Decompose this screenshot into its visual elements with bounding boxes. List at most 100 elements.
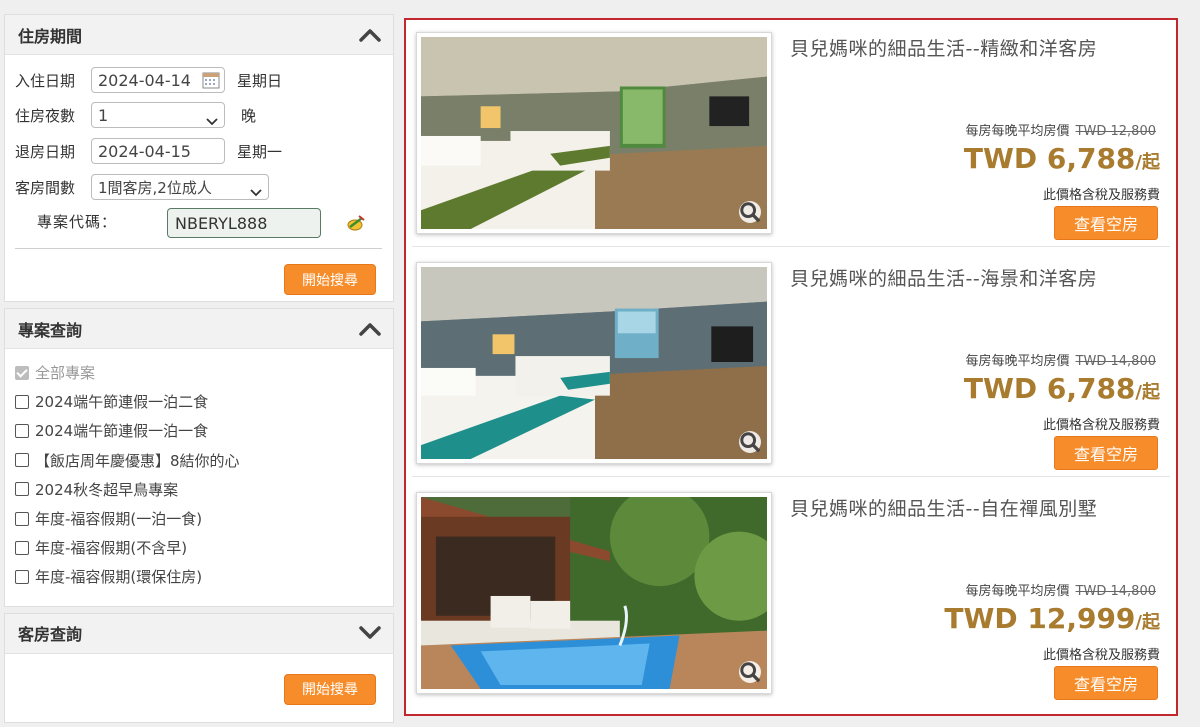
divider bbox=[15, 248, 382, 249]
avg-price-note: 每房每晚平均房價 TWD 14,800 bbox=[966, 350, 1156, 369]
rooms-guests-select[interactable]: 1間客房,2位成人 bbox=[91, 174, 269, 200]
checkin-date-value: 2024-04-14 bbox=[98, 70, 191, 90]
room-query-panel: 客房查詢 開始搜尋 bbox=[4, 612, 394, 723]
promo-code-value: NBERYL888 bbox=[175, 213, 268, 233]
project-item-label: 2024秋冬超早鳥專案 bbox=[35, 480, 179, 499]
checkin-weekday: 星期日 bbox=[237, 71, 283, 90]
tax-note: 此價格含稅及服務費 bbox=[1042, 648, 1160, 663]
search-button[interactable]: 開始搜尋 bbox=[284, 264, 376, 295]
project-item[interactable]: 2024端午節連假一泊二食 bbox=[15, 387, 393, 416]
project-item-all[interactable]: 全部專案 bbox=[15, 358, 393, 387]
project-query-title: 專案查詢 bbox=[18, 320, 83, 340]
room-query-title: 客房查詢 bbox=[18, 625, 83, 644]
divider bbox=[412, 246, 1170, 247]
checkout-row: 退房日期 2024-04-15 星期一 bbox=[15, 138, 282, 164]
calendar-icon[interactable] bbox=[202, 71, 220, 93]
zoom-icon[interactable] bbox=[739, 201, 761, 223]
checkout-weekday: 星期一 bbox=[237, 142, 283, 161]
project-item-label: 年度-福容假期(環保住房) bbox=[35, 568, 203, 587]
checkout-date-value: 2024-04-15 bbox=[98, 141, 191, 161]
project-item[interactable]: 2024秋冬超早鳥專案 bbox=[15, 475, 393, 504]
price-unit: /起 bbox=[1135, 382, 1160, 403]
checkout-date-field: 2024-04-15 bbox=[91, 138, 225, 164]
checkin-row: 入住日期 2024-04-14 星期日 bbox=[15, 67, 282, 93]
checkbox[interactable] bbox=[15, 511, 29, 526]
project-query-header[interactable]: 專案查詢 bbox=[5, 309, 393, 349]
avg-price-note: 每房每晚平均房價 TWD 14,800 bbox=[966, 580, 1156, 599]
project-item-label: 年度-福容假期(一泊一食) bbox=[35, 510, 203, 529]
current-price: TWD 6,788/起 bbox=[964, 372, 1160, 405]
checkbox[interactable] bbox=[15, 423, 29, 438]
zoom-icon[interactable] bbox=[739, 661, 761, 683]
apply-code-icon[interactable] bbox=[346, 214, 366, 236]
checkbox[interactable] bbox=[15, 482, 29, 497]
avg-price-label: 每房每晚平均房價 bbox=[965, 354, 1070, 369]
project-item[interactable]: 年度-福容假期(不含早) bbox=[15, 533, 393, 562]
avg-price-label: 每房每晚平均房價 bbox=[965, 124, 1070, 139]
rooms-label: 客房間數 bbox=[15, 178, 76, 197]
checkbox[interactable] bbox=[15, 365, 29, 380]
nights-select[interactable]: 1 bbox=[91, 102, 225, 128]
room-query-body: 開始搜尋 bbox=[5, 654, 393, 722]
project-item[interactable]: 年度-福容假期(一泊一食) bbox=[15, 504, 393, 533]
current-price: TWD 12,999/起 bbox=[944, 602, 1160, 635]
chevron-down-icon[interactable] bbox=[357, 620, 383, 646]
room-title[interactable]: 貝兒媽咪的細品生活--自在禪風別墅 bbox=[790, 494, 1097, 521]
price-unit: /起 bbox=[1135, 612, 1160, 633]
search-button[interactable]: 開始搜尋 bbox=[284, 673, 376, 705]
rooms-row: 客房間數 1間客房,2位成人 bbox=[15, 174, 269, 200]
project-item[interactable]: 年度-福容假期(環保住房) bbox=[15, 562, 393, 591]
price-value: TWD 6,788 bbox=[963, 372, 1136, 405]
checkbox[interactable] bbox=[15, 453, 29, 468]
price-value: TWD 6,788 bbox=[963, 142, 1136, 175]
promo-code-input[interactable]: NBERYL888 bbox=[167, 208, 321, 238]
room-photo[interactable] bbox=[416, 262, 772, 464]
tax-note: 此價格含稅及服務費 bbox=[1042, 188, 1160, 203]
room-photo[interactable] bbox=[416, 492, 772, 694]
original-price: TWD 14,800 bbox=[1075, 354, 1156, 369]
nights-unit: 晚 bbox=[241, 106, 257, 125]
checkbox[interactable] bbox=[15, 540, 29, 555]
stay-period-header[interactable]: 住房期間 bbox=[5, 15, 393, 55]
view-availability-button[interactable]: 查看空房 bbox=[1054, 436, 1158, 470]
price-unit: /起 bbox=[1135, 152, 1160, 173]
nights-row: 住房夜數 1 晚 bbox=[15, 102, 256, 128]
room-title[interactable]: 貝兒媽咪的細品生活--海景和洋客房 bbox=[790, 264, 1097, 291]
checkout-label: 退房日期 bbox=[15, 142, 76, 161]
project-item-label: 【飯店周年慶優惠】8結你的心 bbox=[35, 451, 240, 470]
room-query-header[interactable]: 客房查詢 bbox=[5, 613, 393, 654]
project-item[interactable]: 2024端午節連假一泊一食 bbox=[15, 416, 393, 445]
nights-label: 住房夜數 bbox=[15, 106, 76, 125]
project-query-panel: 專案查詢 全部專案 2024端午節連假一泊二食 2024端午節連假一泊一食 【飯… bbox=[4, 308, 394, 607]
avg-price-label: 每房每晚平均房價 bbox=[965, 584, 1070, 599]
promo-code-label: 專案代碼： bbox=[37, 213, 118, 231]
stay-period-panel: 住房期間 入住日期 2024-04-14 星期日 住房夜數 1 晚 退房日期 2… bbox=[4, 14, 394, 302]
checkbox[interactable] bbox=[15, 394, 29, 409]
checkbox[interactable] bbox=[15, 569, 29, 584]
chevron-up-icon[interactable] bbox=[357, 316, 383, 342]
checkin-date-input[interactable]: 2024-04-14 bbox=[91, 67, 225, 93]
room-title[interactable]: 貝兒媽咪的細品生活--精緻和洋客房 bbox=[790, 34, 1097, 61]
project-item-label: 2024端午節連假一泊二食 bbox=[35, 393, 209, 412]
view-availability-button[interactable]: 查看空房 bbox=[1054, 666, 1158, 700]
rooms-guests-value: 1間客房,2位成人 bbox=[98, 178, 212, 197]
chevron-down-icon bbox=[250, 183, 262, 201]
room-result-card: 貝兒媽咪的細品生活--精緻和洋客房 每房每晚平均房價 TWD 12,800 TWD… bbox=[412, 24, 1170, 252]
room-results: 貝兒媽咪的細品生活--精緻和洋客房 每房每晚平均房價 TWD 12,800 TWD… bbox=[404, 18, 1178, 716]
chevron-up-icon[interactable] bbox=[357, 22, 383, 48]
original-price: TWD 12,800 bbox=[1075, 124, 1156, 139]
room-photo[interactable] bbox=[416, 32, 772, 234]
project-list: 全部專案 2024端午節連假一泊二食 2024端午節連假一泊一食 【飯店周年慶優… bbox=[5, 349, 393, 606]
nights-value: 1 bbox=[98, 105, 109, 125]
room-result-card: 貝兒媽咪的細品生活--自在禪風別墅 每房每晚平均房價 TWD 14,800 TWD… bbox=[412, 484, 1170, 712]
avg-price-note: 每房每晚平均房價 TWD 12,800 bbox=[966, 120, 1156, 139]
project-item-label: 2024端午節連假一泊一食 bbox=[35, 422, 209, 441]
checkin-label: 入住日期 bbox=[15, 71, 76, 90]
view-availability-button[interactable]: 查看空房 bbox=[1054, 206, 1158, 240]
project-item[interactable]: 【飯店周年慶優惠】8結你的心 bbox=[15, 446, 393, 475]
zoom-icon[interactable] bbox=[739, 431, 761, 453]
tax-note: 此價格含稅及服務費 bbox=[1042, 418, 1160, 433]
original-price: TWD 14,800 bbox=[1075, 584, 1156, 599]
project-item-label: 全部專案 bbox=[35, 364, 96, 383]
stay-period-title: 住房期間 bbox=[18, 26, 83, 46]
